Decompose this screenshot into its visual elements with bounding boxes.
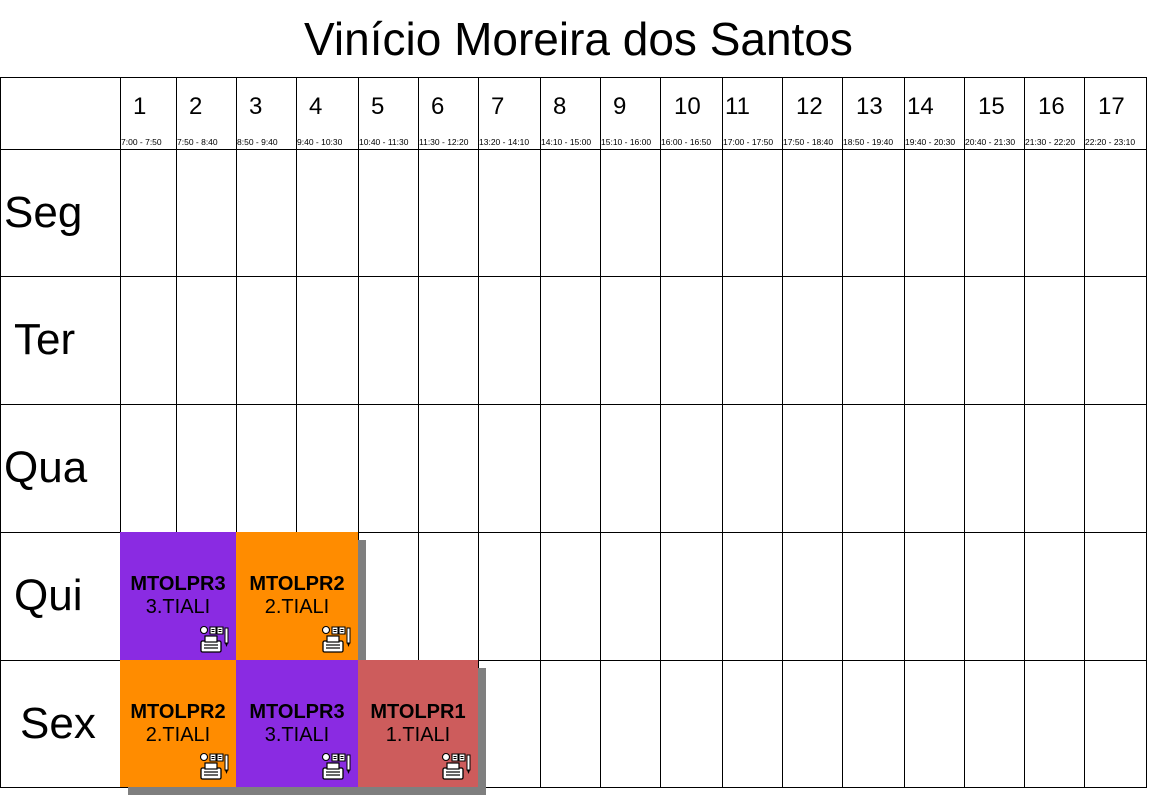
lesson-class: 3.TIALI xyxy=(264,724,330,746)
typewriter-icon xyxy=(440,751,472,781)
slot-number: 3 xyxy=(249,93,263,120)
slot-number: 6 xyxy=(431,93,445,120)
lesson-code: MTOLPR3 xyxy=(249,701,345,723)
grid-column-line xyxy=(0,77,1,788)
slot-number: 13 xyxy=(856,93,883,120)
typewriter-icon xyxy=(320,624,352,654)
grid-column-line xyxy=(722,77,723,788)
slot-time: 21:30 - 22:20 xyxy=(1025,137,1076,147)
slot-time: 19:40 - 20:30 xyxy=(905,137,956,147)
slot-time: 7:00 - 7:50 xyxy=(121,137,162,147)
grid-row-line xyxy=(0,404,1147,405)
lesson-card[interactable]: MTOLPR3 3.TIALI xyxy=(120,532,236,660)
grid-column-line xyxy=(540,77,541,788)
slot-number: 16 xyxy=(1038,93,1065,120)
lesson-code: MTOLPR3 xyxy=(130,573,226,595)
slot-number: 10 xyxy=(674,93,701,120)
slot-time: 15:10 - 16:00 xyxy=(601,137,652,147)
timetable-grid: 1 7:00 - 7:50 2 7:50 - 8:40 3 8:50 - 9:40 4 9:4… xyxy=(0,0,1157,802)
day-label-ter: Ter xyxy=(14,315,76,364)
slot-number: 4 xyxy=(309,93,323,120)
slot-time: 22:20 - 23:10 xyxy=(1085,137,1136,147)
slot-number: 9 xyxy=(613,93,627,120)
slot-time: 17:00 - 17:50 xyxy=(723,137,774,147)
lesson-card[interactable]: MTOLPR3 3.TIALI xyxy=(236,660,358,787)
slot-number: 8 xyxy=(553,93,567,120)
grid-row-line xyxy=(0,77,1147,78)
grid-column-line xyxy=(600,77,601,788)
grid-row-line xyxy=(0,276,1147,277)
grid-column-line xyxy=(904,77,905,788)
slot-time: 14:10 - 15:00 xyxy=(541,137,592,147)
day-label-qui: Qui xyxy=(14,571,83,620)
grid-column-line xyxy=(1024,77,1025,788)
slot-number: 11 xyxy=(725,93,750,120)
slot-time: 10:40 - 11:30 xyxy=(359,137,409,147)
slot-number: 14 xyxy=(907,93,934,120)
lesson-code: MTOLPR2 xyxy=(130,701,226,723)
grid-column-line xyxy=(1146,77,1147,788)
grid-column-line xyxy=(660,77,661,788)
grid-column-line xyxy=(842,77,843,788)
slot-time: 18:50 - 19:40 xyxy=(843,137,894,147)
slot-number: 7 xyxy=(491,93,505,120)
lesson-class: 2.TIALI xyxy=(264,596,330,618)
lesson-class: 3.TIALI xyxy=(145,596,211,618)
typewriter-icon xyxy=(320,751,352,781)
grid-column-line xyxy=(1084,77,1085,788)
slot-number: 2 xyxy=(189,93,203,120)
slot-number: 1 xyxy=(133,93,147,120)
grid-row-line xyxy=(0,149,1147,150)
slot-number: 17 xyxy=(1098,93,1125,120)
lesson-class: 1.TIALI xyxy=(385,724,451,746)
slot-number: 5 xyxy=(371,93,385,120)
lesson-code: MTOLPR1 xyxy=(370,701,466,723)
slot-time: 20:40 - 21:30 xyxy=(965,137,1016,147)
lesson-card[interactable]: MTOLPR2 2.TIALI xyxy=(236,532,358,660)
lesson-card[interactable]: MTOLPR1 1.TIALI xyxy=(358,660,478,787)
typewriter-icon xyxy=(198,751,230,781)
slot-number: 12 xyxy=(796,93,823,120)
grid-column-line xyxy=(964,77,965,788)
slot-time: 13:20 - 14:10 xyxy=(479,137,530,147)
slot-time: 16:00 - 16:50 xyxy=(661,137,712,147)
slot-time: 9:40 - 10:30 xyxy=(297,137,343,147)
slot-time: 11:30 - 12:20 xyxy=(419,137,469,147)
slot-time: 8:50 - 9:40 xyxy=(237,137,278,147)
lesson-card[interactable]: MTOLPR2 2.TIALI xyxy=(120,660,236,787)
slot-number: 15 xyxy=(978,93,1005,120)
grid-column-line xyxy=(782,77,783,788)
day-label-seg: Seg xyxy=(4,188,83,237)
typewriter-icon xyxy=(198,624,230,654)
day-label-qua: Qua xyxy=(4,443,88,492)
slot-time: 7:50 - 8:40 xyxy=(177,137,218,147)
lesson-code: MTOLPR2 xyxy=(249,573,345,595)
lesson-class: 2.TIALI xyxy=(145,724,211,746)
slot-time: 17:50 - 18:40 xyxy=(783,137,834,147)
